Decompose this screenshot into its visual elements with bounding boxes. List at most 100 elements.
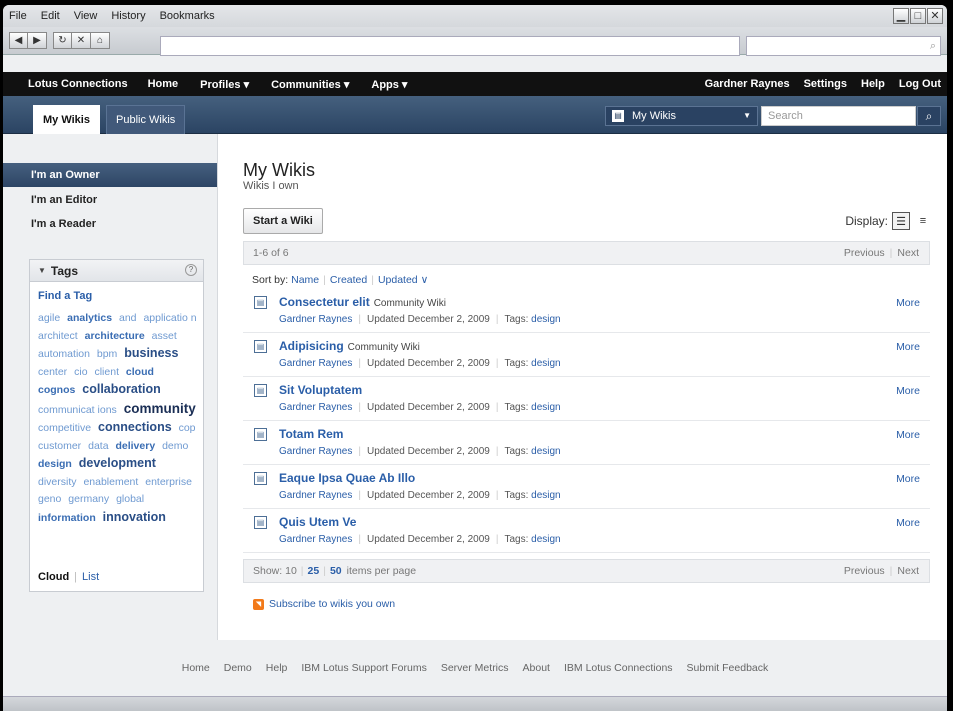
wiki-title-link[interactable]: Quis Utem Ve [279,515,356,529]
wiki-tag-link[interactable]: design [531,358,560,369]
more-link[interactable]: More [896,385,920,397]
tab-public-wikis[interactable]: Public Wikis [106,105,186,134]
more-link[interactable]: More [896,297,920,309]
tag-link[interactable]: development [79,456,156,470]
menu-history[interactable]: History [111,10,145,22]
nav-profiles[interactable]: Profiles ▾ [200,78,249,91]
search-button[interactable]: ⌕ [917,106,941,126]
site-search-input[interactable]: Search [761,106,916,126]
more-link[interactable]: More [896,517,920,529]
view-cloud[interactable]: Cloud [38,571,69,583]
more-link[interactable]: More [896,341,920,353]
home-icon[interactable]: ⌂ [91,32,110,49]
wiki-owner-link[interactable]: Gardner Raynes [279,402,352,413]
subscribe-link[interactable]: ◥ Subscribe to wikis you own [253,598,395,610]
maximize-icon[interactable]: □ [910,8,926,24]
tag-link[interactable]: architecture [85,330,145,342]
view-list-link[interactable]: List [82,571,99,583]
brand-logo[interactable]: Lotus Connections [28,78,128,90]
wiki-owner-link[interactable]: Gardner Raynes [279,490,352,501]
next-link[interactable]: Next [897,247,919,259]
nav-home[interactable]: Home [148,78,179,90]
tag-link[interactable]: enablement [83,476,138,488]
tag-link[interactable]: analytics [67,312,112,324]
tag-link[interactable]: and [119,312,137,324]
show-50-link[interactable]: 50 [330,565,342,577]
wiki-title-link[interactable]: Eaque Ipsa Quae Ab Illo [279,471,415,485]
wiki-owner-link[interactable]: Gardner Raynes [279,314,352,325]
wiki-owner-link[interactable]: Gardner Raynes [279,534,352,545]
stop-icon[interactable]: ✕ [72,32,91,49]
sort-name-link[interactable]: Name [291,274,319,286]
tag-link[interactable]: collaboration [82,382,160,396]
more-link[interactable]: More [896,429,920,441]
more-link[interactable]: More [896,473,920,485]
footer-feedback[interactable]: Submit Feedback [687,662,769,674]
list-view-icon[interactable]: ≡ [914,212,932,230]
tag-link[interactable]: data [88,440,108,452]
tag-link[interactable]: information [38,512,96,524]
menu-view[interactable]: View [74,10,98,22]
tag-link[interactable]: asset [152,330,177,342]
tag-link[interactable]: design [38,458,72,470]
footer-help[interactable]: Help [266,662,288,674]
show-25-link[interactable]: 25 [308,565,320,577]
wiki-title-link[interactable]: Consectetur elit [279,295,370,309]
settings-link[interactable]: Settings [804,78,847,90]
tag-link[interactable]: diversity [38,476,77,488]
tag-link[interactable]: geno [38,493,61,505]
tag-link[interactable]: connections [98,420,172,434]
wiki-title-link[interactable]: Sit Voluptatem [279,383,362,397]
find-tag-link[interactable]: Find a Tag [38,290,92,302]
wiki-owner-link[interactable]: Gardner Raynes [279,446,352,457]
next-link-bottom[interactable]: Next [897,565,919,577]
tag-link[interactable]: agile [38,312,60,324]
wiki-tag-link[interactable]: design [531,446,560,457]
tag-link[interactable]: cloud [126,366,154,378]
help-icon[interactable]: ? [185,264,197,276]
wiki-title-link[interactable]: Adipisicing [279,339,344,353]
nav-communities[interactable]: Communities ▾ [271,78,349,91]
tag-link[interactable]: business [124,346,178,360]
search-scope-select[interactable]: ▤ My Wikis ▼ [605,106,758,126]
tab-my-wikis[interactable]: My Wikis [33,105,100,134]
tag-link[interactable]: automation [38,348,90,360]
start-wiki-button[interactable]: Start a Wiki [243,208,323,234]
footer-about[interactable]: About [523,662,550,674]
tags-header[interactable]: ▼ Tags ? [30,260,203,282]
reload-icon[interactable]: ↻ [53,32,72,49]
menu-file[interactable]: File [9,10,27,22]
url-bar[interactable] [160,36,740,56]
previous-link[interactable]: Previous [844,247,885,259]
tag-link[interactable]: center [38,366,67,378]
tag-link[interactable]: architect [38,330,78,342]
tag-link[interactable]: delivery [115,440,155,452]
footer-home[interactable]: Home [182,662,210,674]
wiki-tag-link[interactable]: design [531,534,560,545]
wiki-tag-link[interactable]: design [531,314,560,325]
tag-link[interactable]: applicatio n [143,312,196,324]
help-link[interactable]: Help [861,78,885,90]
browser-search-input[interactable]: ⌕ [746,36,941,56]
menu-bookmarks[interactable]: Bookmarks [160,10,215,22]
tag-link[interactable]: client [94,366,119,378]
tag-link[interactable]: global [116,493,144,505]
tag-link[interactable]: communicat ions [38,404,117,416]
tag-link[interactable]: germany [68,493,109,505]
nav-apps[interactable]: Apps ▾ [371,78,407,91]
tag-link[interactable]: customer [38,440,81,452]
forward-icon[interactable]: ▶ [28,32,47,49]
tag-link[interactable]: cognos [38,384,75,396]
footer-metrics[interactable]: Server Metrics [441,662,509,674]
footer-lotus-connections[interactable]: IBM Lotus Connections [564,662,673,674]
wiki-tag-link[interactable]: design [531,490,560,501]
sidebar-item-reader[interactable]: I'm a Reader [3,212,217,236]
sort-created-link[interactable]: Created [330,274,367,286]
tag-link[interactable]: cio [74,366,87,378]
wiki-title-link[interactable]: Totam Rem [279,427,343,441]
tag-link[interactable]: bpm [97,348,117,360]
tag-link[interactable]: demo [162,440,188,452]
tag-link[interactable]: innovation [103,510,166,524]
sidebar-item-owner[interactable]: I'm an Owner [3,163,217,187]
previous-link-bottom[interactable]: Previous [844,565,885,577]
